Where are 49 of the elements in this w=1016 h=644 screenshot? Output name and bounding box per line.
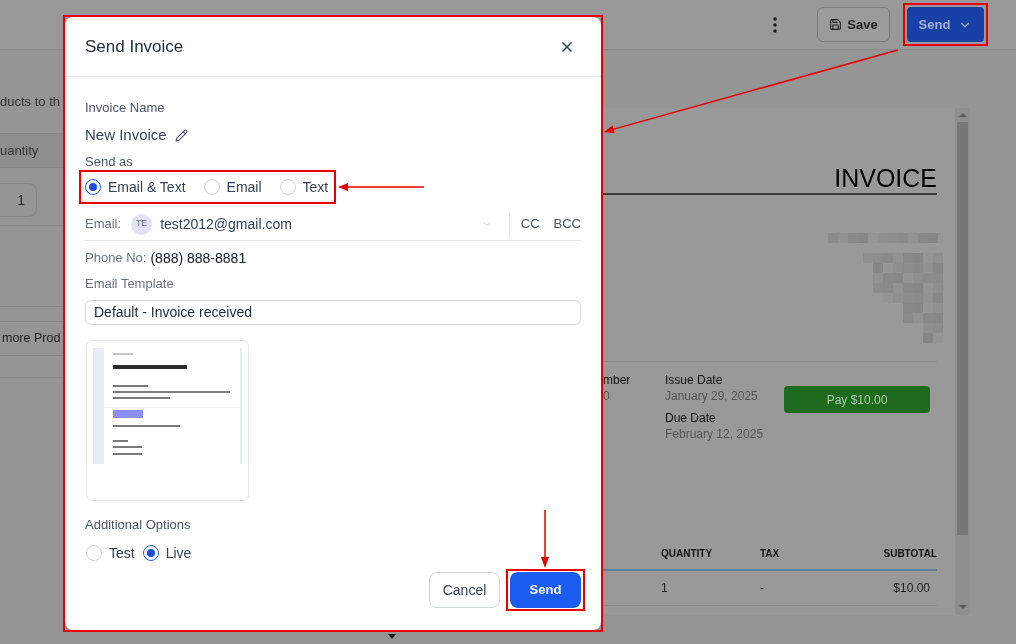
quantity-field[interactable]: 1	[0, 183, 37, 217]
annotation-arrow	[541, 510, 549, 568]
field-label: Email Template	[85, 276, 175, 292]
pay-button[interactable]: Pay $10.00	[784, 386, 930, 413]
field-label: Email:	[85, 215, 122, 234]
field-label: Invoice Name	[85, 100, 166, 116]
recipient-link[interactable]: BCC	[553, 214, 581, 234]
add-product-button[interactable]: more Prod	[0, 321, 63, 356]
date-value: January 29, 2025	[665, 388, 759, 404]
radio-button[interactable]	[142, 545, 159, 561]
avatar: TE	[131, 213, 153, 235]
detail-label: mber	[603, 372, 632, 388]
column-header: SUBTOTAL	[883, 546, 937, 561]
field-label: Phone No:	[85, 249, 147, 268]
more-vertical-icon[interactable]	[773, 16, 777, 33]
radio-label: Email & Text	[108, 178, 186, 196]
invoice-name: New Invoice	[85, 125, 167, 145]
table-cell-text: -	[760, 580, 765, 597]
date-label: Due Date	[665, 410, 717, 426]
phone-number: (888) 888-8881	[150, 248, 247, 268]
column-header: QUANTITY	[661, 546, 714, 561]
field-label: Send as	[85, 154, 134, 170]
scrollbar[interactable]	[955, 108, 970, 615]
column-header: TAX	[760, 546, 781, 561]
recipient-link[interactable]: CC	[520, 214, 540, 234]
cancel-button[interactable]: Cancel	[429, 572, 500, 608]
radio-label: Text	[302, 178, 329, 196]
table-cell-text: 1	[661, 580, 669, 597]
radio-button[interactable]	[85, 179, 101, 195]
date-value: February 12, 2025	[665, 426, 765, 442]
section-text: ducts to th	[0, 94, 61, 110]
save-button[interactable]: Save	[817, 7, 890, 42]
table-cell-text: $10.00	[893, 580, 930, 597]
invoice-title: INVOICE	[834, 163, 937, 193]
template-select[interactable]: Default - Invoice received	[85, 300, 581, 325]
radio-label: Email	[226, 178, 262, 196]
field-label: Additional Options	[85, 517, 192, 533]
email-address: test2012@gmail.com	[160, 214, 292, 234]
dialog-title: Send Invoice	[85, 35, 184, 58]
caret-down-icon[interactable]	[388, 634, 396, 639]
radio-label: Test	[109, 544, 135, 562]
template-preview-card[interactable]	[86, 340, 249, 501]
pencil-icon[interactable]	[174, 128, 188, 142]
radio-label: Live	[165, 544, 192, 562]
column-header: uantity	[0, 142, 39, 159]
date-label: Issue Date	[665, 372, 724, 388]
send-button[interactable]: Send	[907, 7, 984, 42]
send-button[interactable]: Send	[510, 572, 581, 608]
detail-value: 0	[603, 388, 611, 404]
